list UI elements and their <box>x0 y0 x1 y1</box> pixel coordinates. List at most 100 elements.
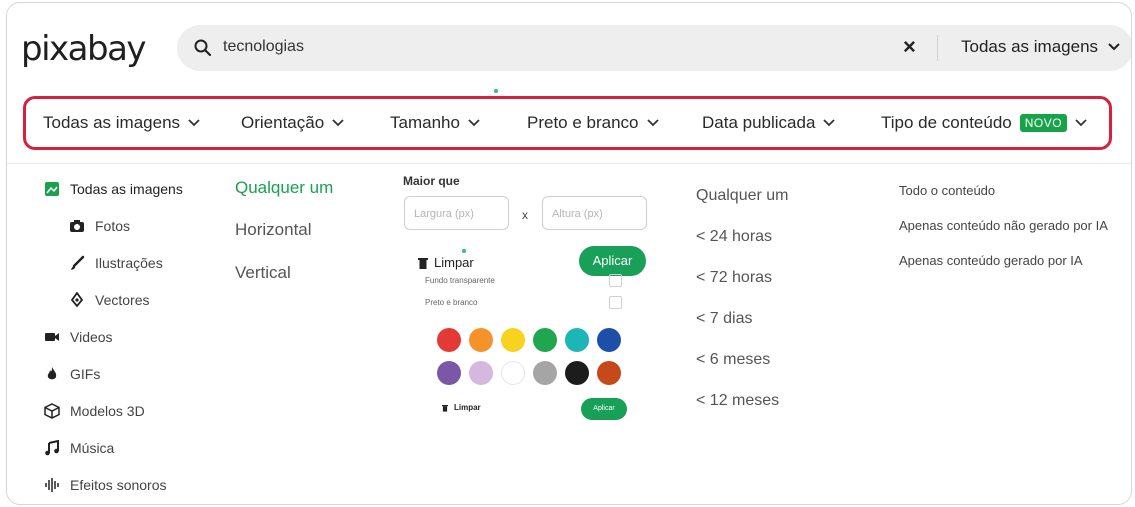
orientation-option-any[interactable]: Qualquer um <box>235 178 333 198</box>
media-type-label: Modelos 3D <box>70 403 145 419</box>
filter-label: Orientação <box>241 113 325 132</box>
date-option-7d[interactable]: < 7 dias <box>696 310 752 328</box>
color-swatch[interactable] <box>533 328 557 352</box>
filter-media-type[interactable]: Todas as imagens <box>43 113 200 133</box>
color-swatch[interactable] <box>597 328 621 352</box>
height-input[interactable]: Altura (px) <box>542 196 647 230</box>
content-option-ai[interactable]: Apenas conteúdo gerado por IA <box>899 253 1083 268</box>
option-transparent-background: Fundo transparente <box>425 276 495 285</box>
chevron-down-icon <box>823 119 836 127</box>
date-option-any[interactable]: Qualquer um <box>696 187 789 205</box>
date-option-24h[interactable]: < 24 horas <box>696 228 772 246</box>
media-type-videos[interactable]: Videos <box>44 329 113 345</box>
filter-date-published[interactable]: Data publicada <box>702 113 836 133</box>
size-apply-button[interactable]: Aplicar <box>579 246 646 276</box>
focus-indicator-dot <box>494 89 498 93</box>
search-type-dropdown[interactable]: Todas as imagens <box>961 37 1120 57</box>
orientation-option-horizontal[interactable]: Horizontal <box>235 220 312 240</box>
search-icon <box>194 39 212 57</box>
media-type-label: Todas as imagens <box>70 181 183 197</box>
color-swatch[interactable] <box>565 361 589 385</box>
filter-label: Tipo de conteúdo <box>881 113 1012 132</box>
content-option-all[interactable]: Todo o conteúdo <box>899 183 995 198</box>
top-bar: pixabay tecnologias × Todas as imagens <box>7 3 1131 93</box>
soundwave-icon <box>45 478 59 492</box>
date-option-72h[interactable]: < 72 horas <box>696 269 772 287</box>
media-type-3d-models[interactable]: Modelos 3D <box>44 403 145 419</box>
media-type-label: Fotos <box>95 218 131 234</box>
date-option-6m[interactable]: < 6 meses <box>696 351 770 369</box>
orientation-option-vertical[interactable]: Vertical <box>235 263 291 283</box>
media-type-label: Ilustrações <box>95 255 163 271</box>
filter-black-white[interactable]: Preto e branco <box>527 113 659 133</box>
filter-orientation[interactable]: Orientação <box>241 113 344 133</box>
image-icon <box>45 182 59 196</box>
media-type-music[interactable]: Música <box>44 440 114 456</box>
media-type-sound-effects[interactable]: Efeitos sonoros <box>44 477 167 493</box>
black-white-checkbox[interactable] <box>609 296 622 309</box>
chevron-down-icon <box>332 119 344 127</box>
filter-content-type[interactable]: Tipo de conteúdo NOVO <box>881 113 1087 133</box>
chevron-down-icon <box>1075 119 1087 127</box>
pen-tool-icon <box>70 292 84 308</box>
pixabay-logo[interactable]: pixabay <box>21 29 147 69</box>
media-type-label: Videos <box>70 329 113 345</box>
search-divider <box>937 35 938 61</box>
chevron-down-icon <box>1108 43 1120 51</box>
indicator-dot <box>462 249 466 253</box>
media-type-photos[interactable]: Fotos <box>69 218 130 234</box>
media-type-all-images[interactable]: Todas as imagens <box>44 181 183 197</box>
media-type-label: Vectores <box>95 292 150 308</box>
transparent-background-checkbox[interactable] <box>609 274 622 287</box>
color-swatch[interactable] <box>437 361 461 385</box>
color-swatch[interactable] <box>501 361 525 385</box>
media-type-vectors[interactable]: Vectores <box>69 292 149 308</box>
size-clear-button[interactable]: Limpar <box>418 255 474 270</box>
media-type-label: Música <box>70 440 115 456</box>
clear-label: Limpar <box>434 255 474 270</box>
chevron-down-icon <box>188 119 200 127</box>
filter-label: Preto e branco <box>527 113 639 132</box>
color-swatch[interactable] <box>437 328 461 352</box>
music-icon <box>45 440 59 456</box>
color-apply-button[interactable]: Aplicar <box>581 398 627 420</box>
media-type-gifs[interactable]: GIFs <box>44 366 100 382</box>
width-input[interactable]: Largura (px) <box>404 196 509 230</box>
search-bar[interactable]: tecnologias × Todas as imagens <box>177 25 1131 71</box>
camera-icon <box>70 220 84 232</box>
filter-label: Tamanho <box>390 113 460 132</box>
filter-bar-highlight: Todas as imagens Orientação Tamanho Pret… <box>23 96 1112 150</box>
color-swatch[interactable] <box>469 361 493 385</box>
new-badge: NOVO <box>1019 114 1068 132</box>
media-type-label: GIFs <box>70 366 101 382</box>
pixabay-window: pixabay tecnologias × Todas as imagens T… <box>6 2 1132 505</box>
color-swatch[interactable] <box>565 328 589 352</box>
clear-label: Limpar <box>454 403 481 412</box>
filter-separator <box>7 163 1131 164</box>
media-type-illustrations[interactable]: Ilustrações <box>69 255 163 271</box>
filter-label: Data publicada <box>702 113 816 132</box>
color-swatch[interactable] <box>469 328 493 352</box>
chevron-down-icon <box>468 119 480 127</box>
flame-icon <box>47 367 57 380</box>
filter-size[interactable]: Tamanho <box>390 113 480 133</box>
media-type-label: Efeitos sonoros <box>70 477 167 493</box>
trash-icon <box>442 404 448 412</box>
date-option-12m[interactable]: < 12 meses <box>696 392 779 410</box>
color-swatch[interactable] <box>533 361 557 385</box>
trash-icon <box>418 257 428 269</box>
chevron-down-icon <box>646 119 659 127</box>
brush-icon <box>71 255 85 270</box>
clear-search-icon[interactable]: × <box>903 34 916 60</box>
filter-label: Todas as imagens <box>43 113 181 132</box>
search-type-label: Todas as imagens <box>961 37 1099 56</box>
search-input[interactable]: tecnologias <box>223 38 304 56</box>
cube-icon <box>44 403 60 419</box>
option-black-white: Preto e branco <box>425 298 478 307</box>
content-option-not-ai[interactable]: Apenas conteúdo não gerado por IA <box>899 218 1108 233</box>
color-clear-button[interactable]: Limpar <box>442 403 481 412</box>
video-icon <box>45 333 59 341</box>
color-swatch[interactable] <box>597 361 621 385</box>
color-swatch[interactable] <box>501 328 525 352</box>
size-x-separator: x <box>522 208 528 222</box>
